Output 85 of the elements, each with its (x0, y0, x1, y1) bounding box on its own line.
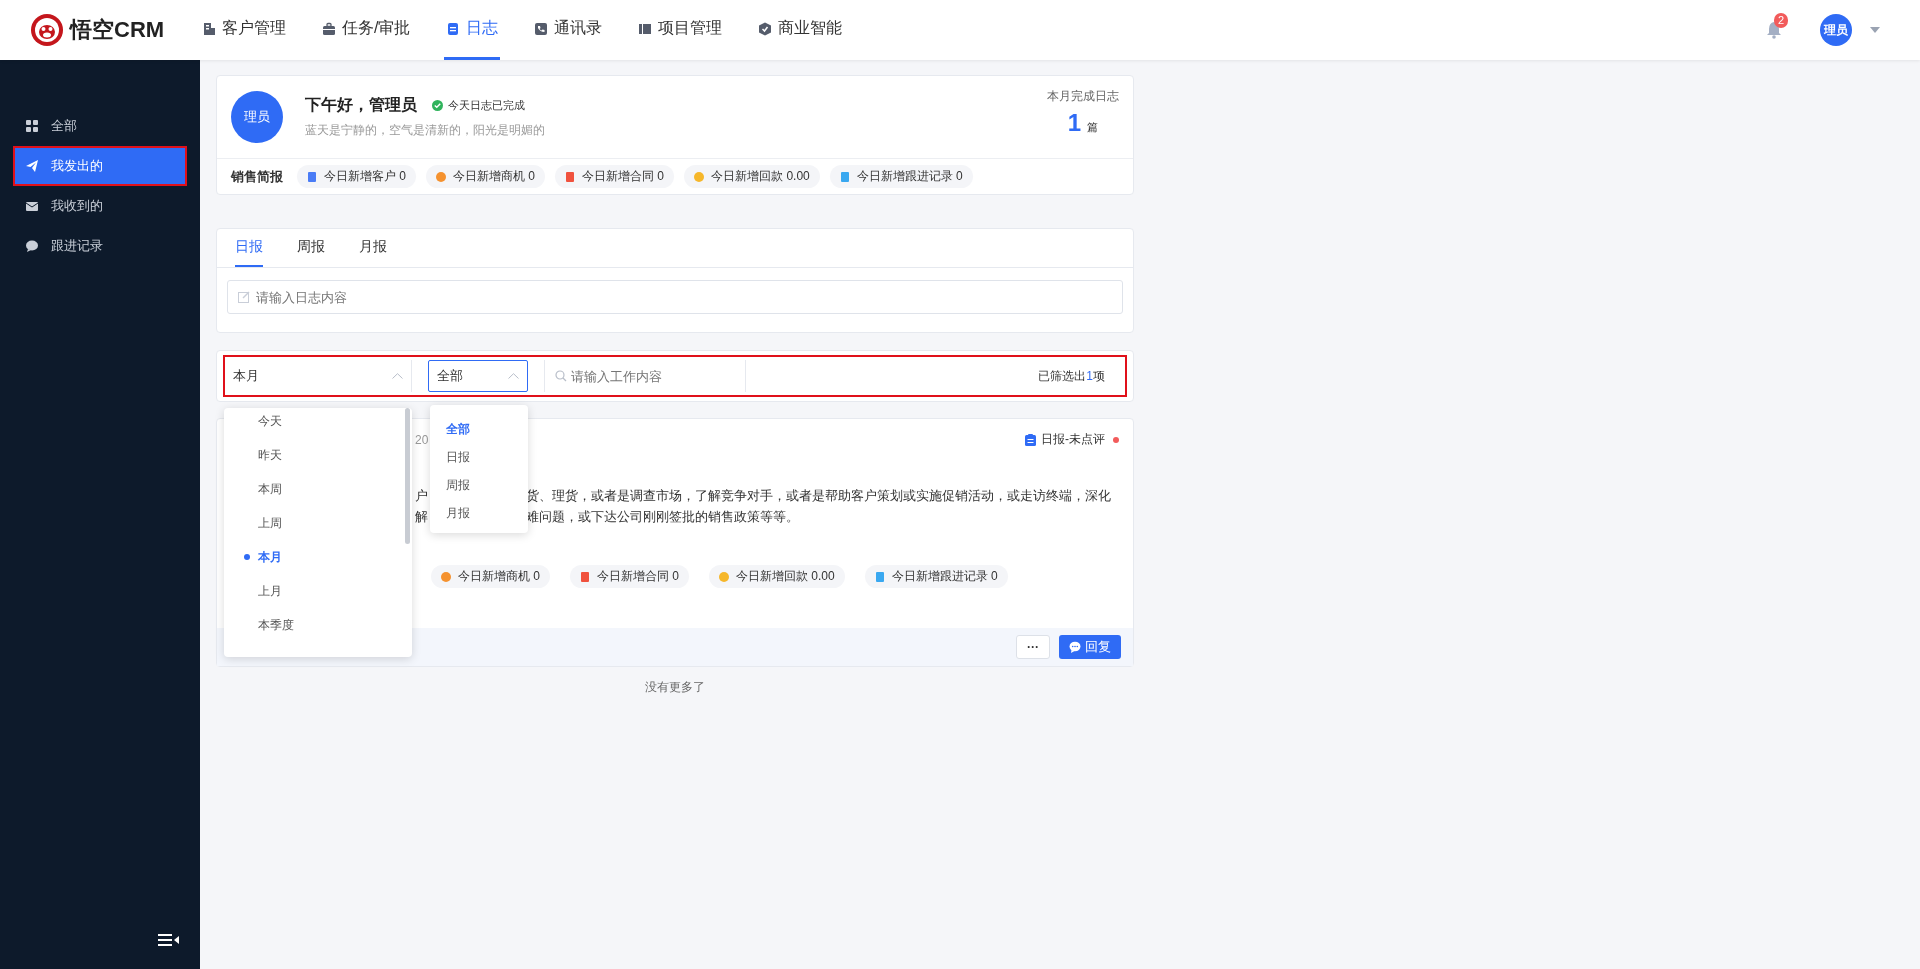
report-tab[interactable]: 日报 (235, 229, 263, 267)
sidebar-item[interactable]: 跟进记录 (15, 228, 185, 264)
report-tab[interactable]: 月报 (359, 229, 387, 267)
stat-chip: 今日新增合同 0 (555, 165, 675, 188)
period-option[interactable]: 昨天 (224, 438, 412, 472)
phone-icon (534, 21, 549, 36)
edit-icon (238, 291, 250, 303)
stat-icon (694, 171, 705, 182)
date-text: 20 (415, 432, 429, 447)
logo-text: 悟空CRM (70, 16, 165, 44)
sidebar-item[interactable]: 我发出的 (15, 148, 185, 184)
chevron-up-icon (392, 373, 403, 379)
end-of-list-text: 没有更多了 (644, 679, 706, 696)
briefcase-icon (322, 21, 336, 36)
building-icon (202, 21, 216, 36)
period-option[interactable]: 本周 (224, 472, 412, 506)
stat-chip: 今日新增跟进记录 0 (829, 165, 973, 188)
nav-tab[interactable]: 日志 (444, 0, 501, 60)
status-text: 今天日志已完成 (448, 98, 525, 113)
envelope-icon (25, 199, 39, 213)
check-circle-icon (432, 100, 443, 111)
period-option[interactable]: 本季度 (224, 608, 412, 642)
brief-label: 销售简报 (231, 167, 283, 186)
stat-icon (874, 571, 885, 582)
period-option[interactable]: 上周 (224, 506, 412, 540)
report-tab[interactable]: 周报 (297, 229, 325, 267)
user-avatar: 理员 (231, 91, 283, 143)
notification-badge: 2 (1774, 13, 1789, 28)
greeting-text: 下午好，管理员 (305, 95, 417, 115)
period-option[interactable]: 上月 (224, 574, 412, 608)
nav-tab[interactable]: 客户管理 (200, 0, 288, 60)
chat-bubble-icon (1069, 641, 1081, 653)
stat-chip: 今日新增回款 0.00 (709, 565, 845, 588)
chat-bubble-icon (25, 239, 39, 253)
month-unit: 篇 (1087, 120, 1099, 135)
stat-chip: 今日新增合同 0 (570, 565, 690, 588)
stat-icon (441, 571, 451, 582)
collapse-menu-icon[interactable] (158, 933, 180, 947)
clipboard-icon (1025, 433, 1036, 446)
log-text: 户 (415, 488, 428, 504)
document-icon (446, 21, 461, 36)
more-button[interactable]: ··· (1016, 635, 1050, 659)
motto-text: 蓝天是宁静的，空气是清新的，阳光是明媚的 (305, 122, 546, 139)
report-status-tag: 日报-未点评 (1041, 431, 1105, 448)
type-option[interactable]: 日报 (430, 443, 528, 471)
stat-chip: 今日新增商机 0 (426, 165, 546, 188)
period-option[interactable]: 今天 (224, 408, 412, 438)
stat-icon (719, 571, 730, 582)
month-count: 1 (1067, 109, 1082, 137)
period-select[interactable]: 本月 (225, 360, 412, 392)
type-select[interactable]: 全部 (428, 360, 528, 392)
stat-chip: 今日新增回款 0.00 (684, 165, 820, 188)
stat-chip: 今日新增商机 0 (431, 565, 550, 588)
type-option[interactable]: 月报 (430, 499, 528, 527)
stat-icon (307, 171, 317, 182)
stat-chip: 今日新增跟进记录 0 (864, 565, 1008, 588)
period-option[interactable]: 本月 (224, 540, 412, 574)
stat-icon (565, 171, 576, 182)
log-text: 解 (415, 509, 428, 525)
sidebar-item[interactable]: 全部 (15, 108, 185, 144)
month-label: 本月完成日志 (1047, 88, 1119, 105)
search-field[interactable]: 请输入工作内容 (545, 360, 745, 392)
sidebar-item[interactable]: 我收到的 (15, 188, 185, 224)
result-count-text: 已筛选出 1项 (1038, 367, 1105, 385)
stat-icon (436, 171, 446, 182)
monkey-logo-icon (30, 13, 64, 47)
reply-button[interactable]: 回复 (1059, 635, 1121, 659)
shield-icon (758, 21, 773, 36)
type-option[interactable]: 周报 (430, 471, 528, 499)
caret-icon[interactable] (1870, 27, 1880, 33)
stat-icon (839, 171, 850, 182)
search-icon (555, 370, 567, 382)
nav-tab[interactable]: 任务/审批 (320, 0, 413, 60)
nav-tab[interactable]: 通讯录 (532, 0, 605, 60)
board-icon (638, 21, 653, 36)
stat-icon (580, 571, 590, 582)
type-option[interactable]: 全部 (430, 415, 528, 443)
log-input-field[interactable]: 请输入日志内容 (227, 280, 1123, 314)
chevron-up-icon (508, 373, 519, 379)
nav-tab[interactable]: 商业智能 (756, 0, 845, 60)
grid-icon (25, 119, 39, 133)
stat-chip: 今日新增客户 0 (297, 165, 416, 188)
user-avatar[interactable]: 理员 (1820, 14, 1852, 46)
nav-tab[interactable]: 项目管理 (636, 0, 725, 60)
paper-plane-icon (25, 159, 39, 173)
